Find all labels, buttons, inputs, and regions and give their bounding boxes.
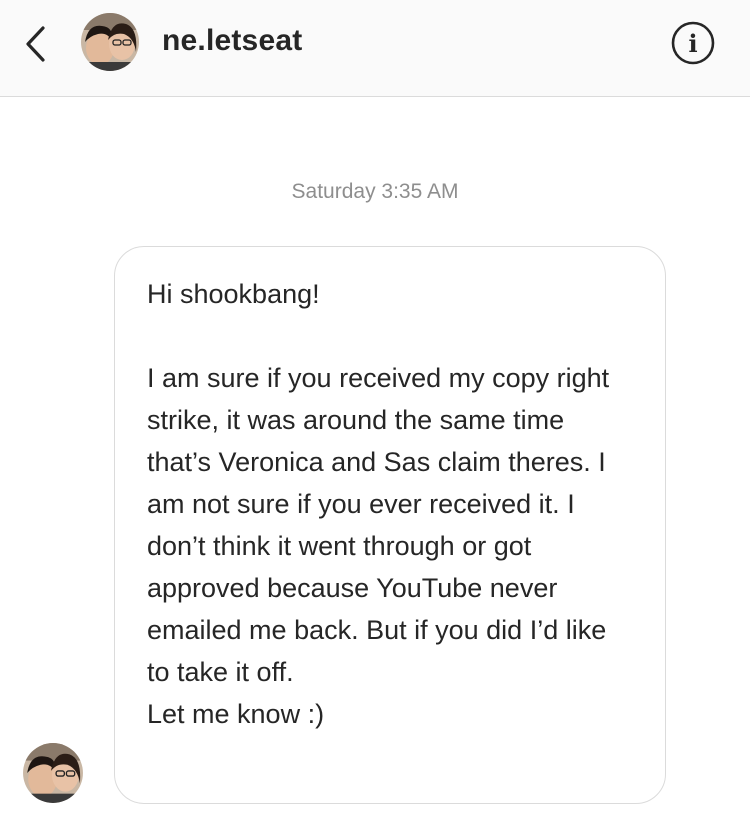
chevron-left-icon xyxy=(26,26,45,62)
thread-header: ne.letseat i xyxy=(0,0,750,97)
message-text: Hi shookbang! I am sure if you received … xyxy=(147,279,610,729)
header-avatar[interactable] xyxy=(80,12,140,72)
back-button[interactable] xyxy=(14,22,58,66)
info-icon[interactable]: i xyxy=(670,20,716,66)
info-glyph: i xyxy=(688,29,697,58)
message-timestamp: Saturday 3:35 AM xyxy=(291,180,459,203)
dm-thread-screen: ne.letseat i Saturday 3:35 AM Hi shookba… xyxy=(0,0,750,839)
sender-avatar[interactable] xyxy=(22,742,84,804)
message-bubble[interactable]: Hi shookbang! I am sure if you received … xyxy=(114,246,666,804)
thread-username[interactable]: ne.letseat xyxy=(162,24,302,58)
